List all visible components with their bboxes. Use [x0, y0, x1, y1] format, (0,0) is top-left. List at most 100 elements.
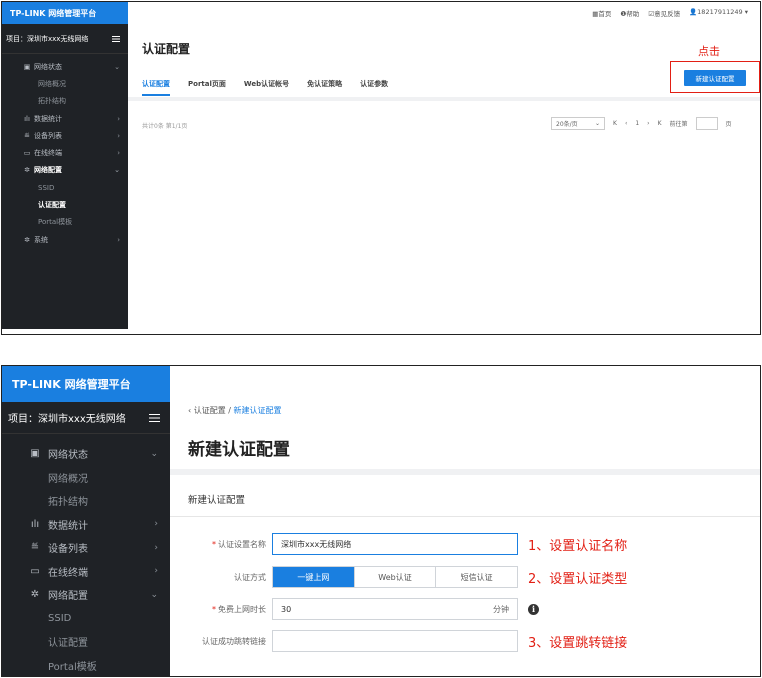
brand-logo: TP-LINK 网络管理平台	[2, 2, 128, 24]
chevron-icon: ›	[117, 131, 120, 140]
sidebar-item-label: 拓扑结构	[48, 497, 88, 509]
sidebar-item-1[interactable]: 网络概况	[2, 466, 170, 490]
chevron-icon: ›	[154, 542, 158, 553]
sidebar-item-10[interactable]: ✲ 系统 ›	[2, 231, 128, 248]
tab-auth-config[interactable]: 认证配置	[142, 79, 170, 96]
chevron-icon: ›	[117, 114, 120, 123]
sidebar-item-1[interactable]: 网络概况	[2, 75, 128, 92]
free-time-input[interactable]: 30 分钟	[272, 598, 518, 620]
section-divider	[170, 516, 760, 517]
chevron-icon: ›	[154, 566, 158, 577]
sidebar-item-3[interactable]: ılı 数据统计 ›	[2, 110, 128, 127]
first-page-button[interactable]: K	[613, 120, 617, 127]
chevron-icon: ⌄	[114, 62, 120, 71]
user-menu[interactable]: 👤18217911249 ▾	[689, 8, 748, 18]
brand-logo: TP-LINK 网络管理平台	[2, 366, 170, 402]
sidebar-item-6[interactable]: ✲ 网络配置 ⌄	[2, 162, 128, 179]
sidebar-item-4[interactable]: ≝ 设备列表 ›	[2, 127, 128, 144]
sidebar-nav: ▣ 网络状态 ⌄ 网络概况拓扑结构 ılı 数据统计 › ≝ 设备列表 › ▭ 在线终端 › ✲ 网络配置 ⌄…	[2, 434, 170, 677]
free-time-value: 30	[281, 604, 292, 614]
main-content: ‹ 认证配置 / 新建认证配置 新建认证配置 新建认证配置 * 认证设置名称 深圳…	[170, 366, 760, 676]
sidebar-item-label: Portal模板	[38, 218, 73, 227]
tab-bar: 认证配置 Portal页面 Web认证帐号 免认证策略 认证参数	[142, 79, 388, 96]
menu-icon[interactable]	[112, 35, 120, 42]
record-count: 共计0条 第1/1页	[142, 123, 188, 130]
auth-name-input[interactable]: 深圳市xxx无线网络	[272, 533, 518, 555]
nav-icon: ▭	[23, 149, 31, 158]
new-auth-config-button[interactable]: 新建认证配置	[684, 70, 746, 86]
divider	[128, 97, 760, 101]
nav-icon: ılı	[30, 518, 40, 530]
project-selector[interactable]: 项目：深圳市xxx无线网络	[2, 24, 128, 54]
sidebar-item-8[interactable]: 认证配置	[2, 630, 170, 654]
nav-icon: ≝	[30, 542, 40, 554]
home-link[interactable]: ▦首页	[592, 8, 611, 18]
sidebar-item-4[interactable]: ≝ 设备列表 ›	[2, 536, 170, 560]
sidebar-item-label: 数据统计	[34, 114, 62, 123]
sidebar-item-0[interactable]: ▣ 网络状态 ⌄	[2, 58, 128, 75]
auth-type-web[interactable]: Web认证	[353, 567, 436, 587]
page-title: 认证配置	[142, 42, 191, 56]
sidebar-item-0[interactable]: ▣ 网络状态 ⌄	[2, 442, 170, 466]
sidebar-item-label: SSID	[48, 612, 72, 624]
sidebar-item-label: 系统	[34, 235, 48, 244]
redirect-url-input[interactable]	[272, 630, 518, 652]
sidebar-item-label: 拓扑结构	[38, 97, 66, 106]
feedback-link[interactable]: ☑意见反馈	[648, 8, 680, 18]
menu-icon[interactable]	[149, 413, 160, 422]
annotation-step-2: 2、设置认证类型	[528, 572, 628, 587]
breadcrumb-current: 新建认证配置	[233, 406, 282, 415]
sidebar-item-7[interactable]: SSID	[2, 179, 128, 196]
sidebar-item-label: Portal模板	[48, 661, 97, 673]
page-size-select[interactable]: 20条/页 ⌄	[551, 117, 605, 130]
help-link[interactable]: ❶帮助	[620, 8, 639, 18]
sidebar-item-2[interactable]: 拓扑结构	[2, 489, 170, 513]
sidebar-item-2[interactable]: 拓扑结构	[2, 93, 128, 110]
auth-type-selector: 一键上网 Web认证 短信认证	[272, 566, 518, 588]
pagination: 20条/页 ⌄ K ‹ 1 › K 前往第 页	[551, 117, 732, 130]
project-name: 项目：深圳市xxx无线网络	[6, 34, 89, 43]
breadcrumb-back[interactable]: ‹ 认证配置 /	[188, 406, 234, 415]
nav-icon: ▣	[30, 448, 40, 460]
form-row-auth-type: 认证方式 一键上网 Web认证 短信认证	[170, 566, 518, 588]
project-selector[interactable]: 项目：深圳市xxx无线网络	[2, 402, 170, 434]
free-time-label: 免费上网时长	[218, 604, 266, 614]
goto-label: 前往第	[669, 121, 688, 128]
sidebar-item-5[interactable]: ▭ 在线终端 ›	[2, 144, 128, 161]
chevron-icon: ›	[154, 519, 158, 530]
goto-page-input[interactable]	[695, 117, 718, 130]
top-bar: ▦首页 ❶帮助 ☑意见反馈 👤18217911249 ▾	[592, 8, 748, 18]
required-mark: *	[212, 539, 216, 549]
sidebar-nav: ▣ 网络状态 ⌄ 网络概况 拓扑结构 ılı 数据统计 › ≝ 设备列表 › ▭ 在线终端 › ✲ 网络配置 ⌄…	[2, 54, 128, 248]
sidebar-item-3[interactable]: ılı 数据统计 ›	[2, 513, 170, 537]
main-content: ▦首页 ❶帮助 ☑意见反馈 👤18217911249 ▾ 认证配置 认证配置 P…	[128, 2, 760, 334]
sidebar-item-9[interactable]: Portal模板	[2, 214, 128, 231]
last-page-button[interactable]: K	[658, 120, 662, 127]
sidebar-item-6[interactable]: ✲ 网络配置 ⌄	[2, 583, 170, 607]
sidebar-item-label: 认证配置	[38, 201, 66, 210]
sidebar-item-5[interactable]: ▭ 在线终端 ›	[2, 560, 170, 584]
nav-icon: ✲	[24, 235, 30, 244]
nav-icon: ✲	[24, 166, 30, 175]
sidebar-item-label: 在线终端	[34, 149, 62, 158]
prev-page-button[interactable]: ‹	[625, 120, 627, 127]
sidebar-item-label: 认证配置	[48, 638, 88, 650]
tab-auth-params[interactable]: 认证参数	[360, 79, 388, 96]
tab-portal-page[interactable]: Portal页面	[188, 79, 226, 96]
next-page-button[interactable]: ›	[647, 120, 649, 127]
name-label: 认证设置名称	[218, 539, 266, 549]
tab-web-accounts[interactable]: Web认证帐号	[244, 79, 289, 96]
auth-type-one-click[interactable]: 一键上网	[273, 567, 354, 587]
current-page[interactable]: 1	[635, 120, 639, 127]
sidebar-item-7[interactable]: SSID	[2, 607, 170, 631]
tab-auth-free-policy[interactable]: 免认证策略	[307, 79, 342, 96]
auth-type-sms[interactable]: 短信认证	[435, 567, 517, 587]
sidebar-item-label: 设备列表	[34, 131, 62, 140]
info-icon[interactable]: i	[528, 603, 539, 615]
screenshot-auth-list: TP-LINK 网络管理平台 项目：深圳市xxx无线网络 ▣ 网络状态 ⌄ 网络概况拓…	[1, 1, 761, 335]
section-title: 新建认证配置	[188, 495, 246, 506]
sidebar-item-9[interactable]: Portal模板	[2, 654, 170, 677]
sidebar-item-label: 网络概况	[38, 79, 66, 88]
sidebar-item-8[interactable]: 认证配置	[2, 196, 128, 213]
nav-icon: ≝	[24, 131, 30, 140]
